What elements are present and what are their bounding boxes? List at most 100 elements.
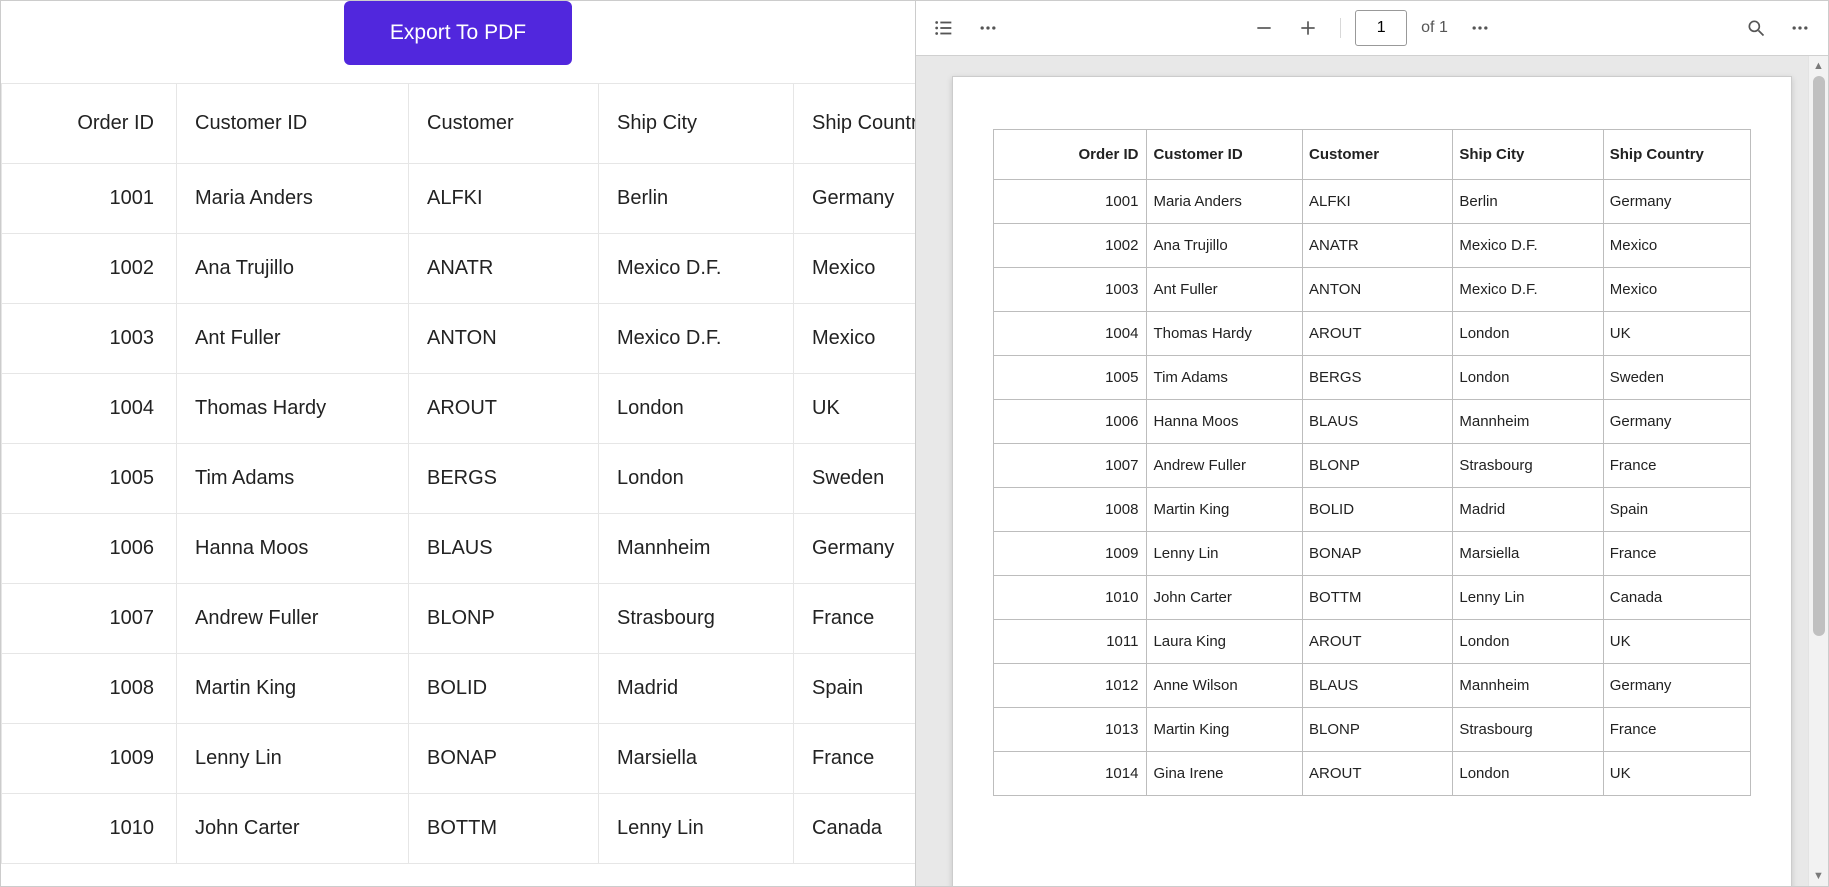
pdf-cell-ship-country: Mexico (1603, 268, 1750, 312)
cell-customer: ANATR (409, 234, 599, 304)
page-count-label: of 1 (1415, 19, 1454, 37)
table-row[interactable]: 1002Ana TrujilloANATRMexico D.F.Mexico (2, 234, 916, 304)
pdf-cell-order-id: 1013 (994, 708, 1147, 752)
pdf-cell-ship-city: Mannheim (1453, 664, 1603, 708)
grid-header-ship-city[interactable]: Ship City (599, 84, 794, 164)
pdf-cell-ship-country: Germany (1603, 664, 1750, 708)
cell-ship-country: UK (794, 374, 916, 444)
pdf-cell-ship-city: Mexico D.F. (1453, 268, 1603, 312)
pdf-cell-customer-id: Gina Irene (1147, 752, 1303, 796)
pdf-cell-customer-id: Ant Fuller (1147, 268, 1303, 312)
pdf-surface[interactable]: Order ID Customer ID Customer Ship City … (916, 56, 1828, 886)
pdf-cell-order-id: 1002 (994, 224, 1147, 268)
scroll-up-icon[interactable]: ▲ (1809, 56, 1828, 76)
cell-order-id: 1005 (2, 444, 177, 514)
pdf-cell-customer: AROUT (1303, 752, 1453, 796)
pdf-page: Order ID Customer ID Customer Ship City … (952, 76, 1792, 886)
cell-ship-city: Berlin (599, 164, 794, 234)
pdf-table-row: 1013Martin KingBLONPStrasbourgFrance (994, 708, 1751, 752)
pdf-table-row: 1007Andrew FullerBLONPStrasbourgFrance (994, 444, 1751, 488)
toc-icon[interactable] (926, 10, 962, 46)
cell-order-id: 1006 (2, 514, 177, 584)
data-grid[interactable]: Order ID Customer ID Customer Ship City … (1, 83, 916, 864)
cell-ship-country: Sweden (794, 444, 916, 514)
grid-header-customer[interactable]: Customer (409, 84, 599, 164)
pdf-header-customer: Customer (1303, 130, 1453, 180)
pdf-cell-ship-country: France (1603, 532, 1750, 576)
pdf-header-ship-country: Ship Country (1603, 130, 1750, 180)
export-to-pdf-button[interactable]: Export To PDF (344, 1, 572, 65)
grid-header-order-id[interactable]: Order ID (2, 84, 177, 164)
table-row[interactable]: 1004Thomas HardyAROUTLondonUK (2, 374, 916, 444)
pdf-cell-ship-city: Marsiella (1453, 532, 1603, 576)
pdf-viewer-panel: of 1 Order ID Customer ID Customer Ship … (916, 1, 1828, 886)
cell-ship-city: London (599, 374, 794, 444)
table-row[interactable]: 1010John CarterBOTTMLenny LinCanada (2, 794, 916, 864)
pdf-table: Order ID Customer ID Customer Ship City … (993, 129, 1751, 796)
cell-order-id: 1008 (2, 654, 177, 724)
pdf-cell-customer-id: Ana Trujillo (1147, 224, 1303, 268)
pdf-cell-ship-city: Berlin (1453, 180, 1603, 224)
pdf-cell-ship-city: Mexico D.F. (1453, 224, 1603, 268)
cell-customer: ANTON (409, 304, 599, 374)
table-row[interactable]: 1006Hanna MoosBLAUSMannheimGermany (2, 514, 916, 584)
scroll-down-icon[interactable]: ▼ (1809, 866, 1828, 886)
pdf-cell-customer-id: Thomas Hardy (1147, 312, 1303, 356)
vertical-scrollbar[interactable]: ▲ ▼ (1808, 56, 1828, 886)
cell-ship-city: Mannheim (599, 514, 794, 584)
pdf-cell-customer: ALFKI (1303, 180, 1453, 224)
grid-header-ship-country[interactable]: Ship Country (794, 84, 916, 164)
cell-order-id: 1007 (2, 584, 177, 654)
pdf-cell-order-id: 1001 (994, 180, 1147, 224)
pdf-table-row: 1012Anne WilsonBLAUSMannheimGermany (994, 664, 1751, 708)
pdf-cell-customer-id: John Carter (1147, 576, 1303, 620)
pdf-cell-customer: BONAP (1303, 532, 1453, 576)
cell-ship-country: France (794, 584, 916, 654)
cell-order-id: 1009 (2, 724, 177, 794)
cell-order-id: 1001 (2, 164, 177, 234)
pdf-cell-ship-city: Mannheim (1453, 400, 1603, 444)
page-number-input[interactable] (1355, 10, 1407, 46)
cell-customer-id: Hanna Moos (177, 514, 409, 584)
grid-header-customer-id[interactable]: Customer ID (177, 84, 409, 164)
pdf-cell-order-id: 1014 (994, 752, 1147, 796)
pdf-cell-order-id: 1012 (994, 664, 1147, 708)
cell-customer-id: Lenny Lin (177, 724, 409, 794)
cell-ship-city: London (599, 444, 794, 514)
table-row[interactable]: 1007Andrew FullerBLONPStrasbourgFrance (2, 584, 916, 654)
pdf-table-row: 1002Ana TrujilloANATRMexico D.F.Mexico (994, 224, 1751, 268)
zoom-out-icon[interactable] (1246, 10, 1282, 46)
pdf-cell-customer-id: Martin King (1147, 708, 1303, 752)
pdf-cell-ship-city: Strasbourg (1453, 444, 1603, 488)
grid-header-row: Order ID Customer ID Customer Ship City … (2, 84, 916, 164)
scrollbar-thumb[interactable] (1813, 76, 1825, 636)
pdf-header-ship-city: Ship City (1453, 130, 1603, 180)
pdf-cell-ship-city: London (1453, 312, 1603, 356)
pdf-cell-customer-id: Lenny Lin (1147, 532, 1303, 576)
cell-ship-city: Strasbourg (599, 584, 794, 654)
pdf-cell-ship-country: UK (1603, 620, 1750, 664)
table-row[interactable]: 1005Tim AdamsBERGSLondonSweden (2, 444, 916, 514)
table-row[interactable]: 1003Ant FullerANTONMexico D.F.Mexico (2, 304, 916, 374)
pdf-cell-customer: BLAUS (1303, 664, 1453, 708)
cell-customer-id: John Carter (177, 794, 409, 864)
search-icon[interactable] (1738, 10, 1774, 46)
table-row[interactable]: 1001Maria AndersALFKIBerlinGermany (2, 164, 916, 234)
cell-customer-id: Tim Adams (177, 444, 409, 514)
more-options-left-icon[interactable] (970, 10, 1006, 46)
more-options-center-icon[interactable] (1462, 10, 1498, 46)
pdf-table-row: 1014Gina IreneAROUTLondonUK (994, 752, 1751, 796)
cell-order-id: 1002 (2, 234, 177, 304)
more-options-right-icon[interactable] (1782, 10, 1818, 46)
zoom-in-icon[interactable] (1290, 10, 1326, 46)
cell-ship-country: Mexico (794, 304, 916, 374)
cell-order-id: 1003 (2, 304, 177, 374)
pdf-cell-customer-id: Tim Adams (1147, 356, 1303, 400)
table-row[interactable]: 1008Martin KingBOLIDMadridSpain (2, 654, 916, 724)
pdf-cell-customer-id: Maria Anders (1147, 180, 1303, 224)
pdf-cell-ship-city: London (1453, 620, 1603, 664)
pdf-cell-ship-city: London (1453, 356, 1603, 400)
cell-customer: BERGS (409, 444, 599, 514)
table-row[interactable]: 1009Lenny LinBONAPMarsiellaFrance (2, 724, 916, 794)
cell-customer: ALFKI (409, 164, 599, 234)
